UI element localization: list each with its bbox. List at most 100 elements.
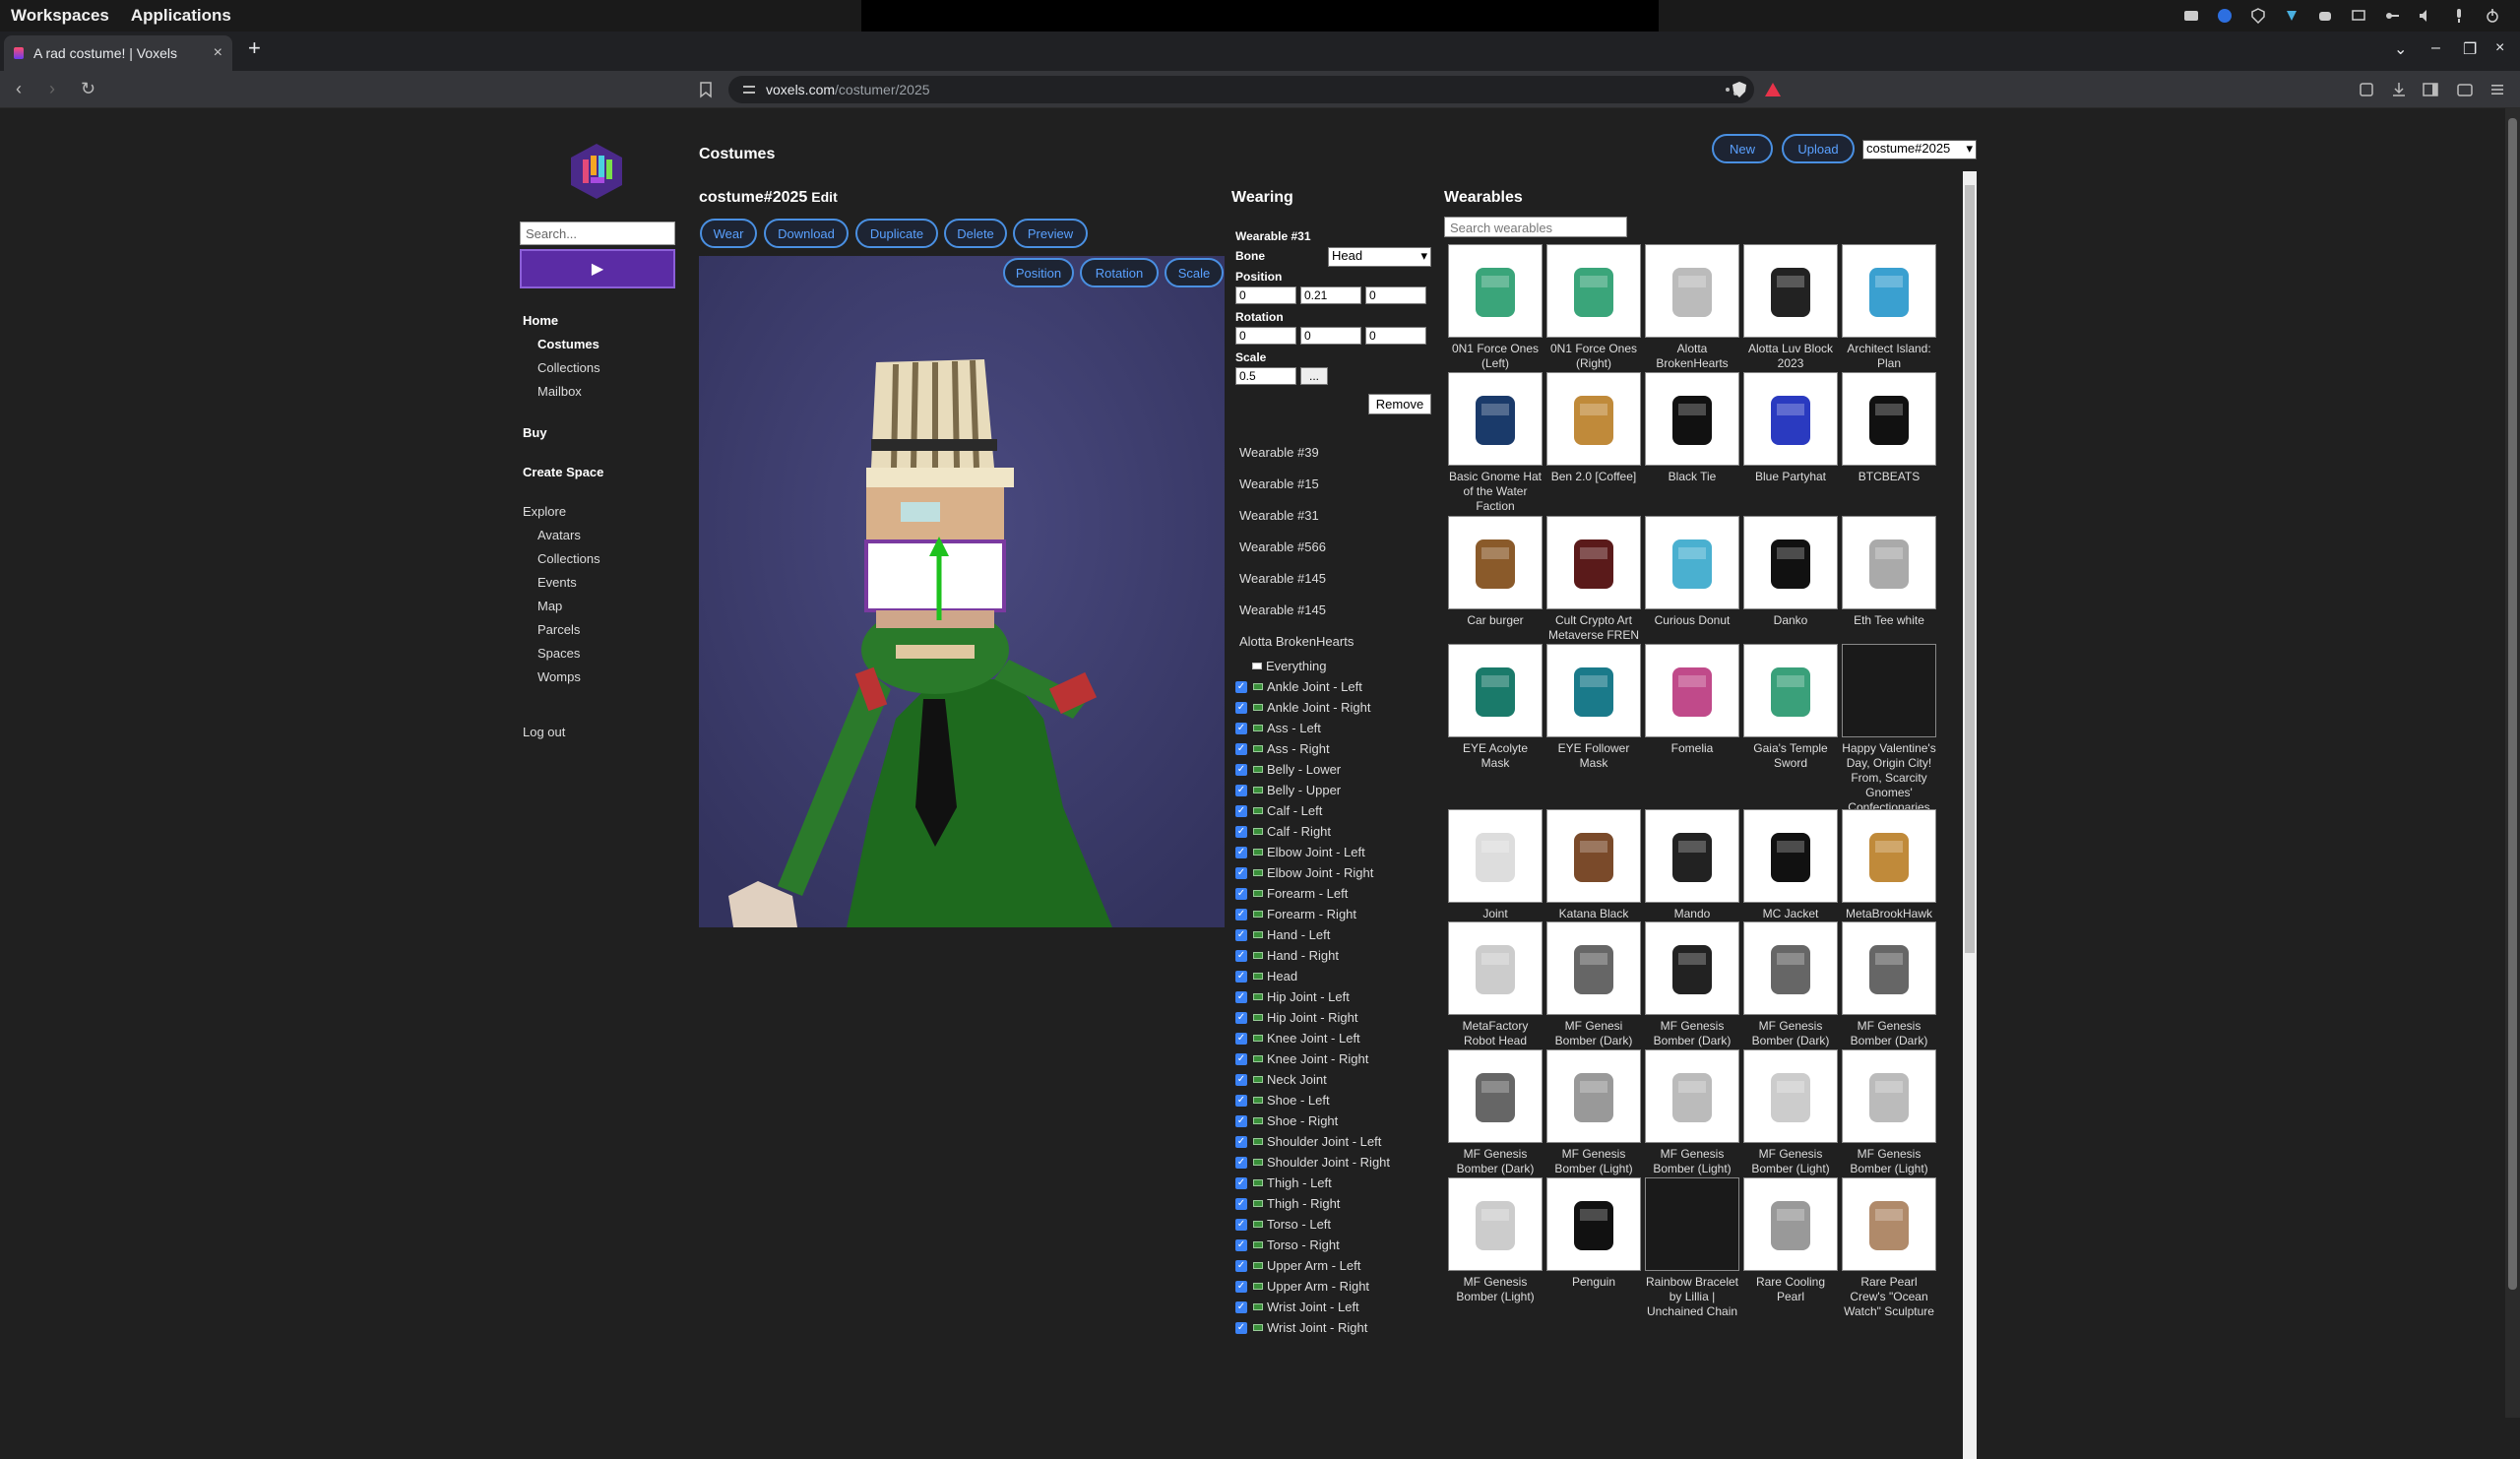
shield-icon[interactable] xyxy=(2250,8,2266,24)
nav-events[interactable]: Events xyxy=(537,575,577,590)
bone-row[interactable]: ✓ Wrist Joint - Right xyxy=(1235,1319,1367,1336)
wearable-thumbnail[interactable] xyxy=(1743,921,1838,1015)
wearable-card[interactable]: Gaia's Temple Sword xyxy=(1743,644,1838,771)
wearable-thumbnail[interactable] xyxy=(1448,921,1543,1015)
nav-parcels[interactable]: Parcels xyxy=(537,622,580,637)
wearable-thumbnail[interactable] xyxy=(1546,1049,1641,1143)
nav-collections[interactable]: Collections xyxy=(537,360,600,375)
wearable-thumbnail[interactable] xyxy=(1448,1049,1543,1143)
new-costume-button[interactable]: New xyxy=(1712,134,1773,163)
wearable-thumbnail[interactable] xyxy=(1842,1049,1936,1143)
wearable-thumbnail[interactable] xyxy=(1448,809,1543,903)
wearables-scroll-thumb[interactable] xyxy=(1965,185,1975,953)
bone-row[interactable]: ✓ Wrist Joint - Left xyxy=(1235,1299,1359,1315)
bone-checkbox[interactable]: ✓ xyxy=(1235,1218,1247,1231)
wearable-thumbnail[interactable] xyxy=(1546,921,1641,1015)
wearable-card[interactable]: Mando xyxy=(1645,809,1739,921)
bone-checkbox[interactable]: ✓ xyxy=(1235,928,1247,941)
bone-checkbox[interactable]: ✓ xyxy=(1235,1176,1247,1189)
nav-home[interactable]: Home xyxy=(523,313,558,328)
bone-row[interactable]: ✓ Shoe - Right xyxy=(1235,1112,1338,1129)
workspaces-menu[interactable]: Workspaces xyxy=(0,6,120,26)
wearing-item[interactable]: Alotta BrokenHearts xyxy=(1239,634,1354,649)
bone-checkbox[interactable]: ✓ xyxy=(1235,1156,1247,1169)
bone-checkbox[interactable]: ✓ xyxy=(1235,1300,1247,1313)
wearing-item[interactable]: Wearable #31 xyxy=(1239,508,1319,523)
bone-row[interactable]: ✓ Upper Arm - Right xyxy=(1235,1278,1369,1295)
upload-button[interactable]: Upload xyxy=(1782,134,1855,163)
rotation-z-input[interactable]: 0 xyxy=(1365,327,1426,345)
bone-row[interactable]: ✓ Calf - Left xyxy=(1235,802,1322,819)
bone-checkbox[interactable]: ✓ xyxy=(1235,1073,1247,1086)
wear-button[interactable]: Wear xyxy=(700,219,757,248)
sidebar-icon[interactable] xyxy=(2422,81,2439,98)
wearable-card[interactable]: Car burger xyxy=(1448,516,1543,628)
site-settings-icon[interactable] xyxy=(742,83,756,96)
wearable-card[interactable]: MF Genesis Bomber (Dark) xyxy=(1743,921,1838,1048)
sidebar-search-input[interactable]: Search... xyxy=(520,222,675,245)
wearable-card[interactable]: Alotta BrokenHearts xyxy=(1645,244,1739,371)
bone-checkbox[interactable]: ✓ xyxy=(1235,949,1247,962)
wearable-thumbnail[interactable] xyxy=(1842,809,1936,903)
wearables-search-input[interactable]: Search wearables xyxy=(1444,217,1627,237)
bone-row[interactable]: ✓ Shoulder Joint - Left xyxy=(1235,1133,1381,1150)
wearable-card[interactable]: Katana Black xyxy=(1546,809,1641,921)
wearable-thumbnail[interactable] xyxy=(1546,644,1641,737)
wearable-card[interactable]: Penguin xyxy=(1546,1177,1641,1290)
delete-button[interactable]: Delete xyxy=(944,219,1007,248)
back-icon[interactable]: ‹ xyxy=(16,79,22,99)
bone-row[interactable]: ✓ Shoe - Left xyxy=(1235,1092,1330,1109)
wearable-thumbnail[interactable] xyxy=(1645,809,1739,903)
wearable-card[interactable]: MetaBrookHawk xyxy=(1842,809,1936,921)
bone-checkbox[interactable]: ✓ xyxy=(1235,1259,1247,1272)
bone-row[interactable]: ✓ Hip Joint - Left xyxy=(1235,988,1350,1005)
wearable-thumbnail[interactable] xyxy=(1645,644,1739,737)
bone-select[interactable]: Head ▾ xyxy=(1328,247,1431,267)
wearable-card[interactable]: Basic Gnome Hat of the Water Faction xyxy=(1448,372,1543,514)
wearable-card[interactable]: Black Tie xyxy=(1645,372,1739,484)
bone-row[interactable]: ✓ Torso - Right xyxy=(1235,1237,1340,1253)
bone-checkbox[interactable]: ✓ xyxy=(1235,701,1247,714)
wearing-item[interactable]: Wearable #15 xyxy=(1239,476,1319,491)
wearable-thumbnail[interactable] xyxy=(1448,372,1543,466)
wearable-thumbnail[interactable] xyxy=(1743,1049,1838,1143)
nav-buy[interactable]: Buy xyxy=(523,425,547,440)
edit-link[interactable]: Edit xyxy=(811,189,837,205)
nav-map[interactable]: Map xyxy=(537,599,562,613)
wearable-thumbnail[interactable] xyxy=(1645,1177,1739,1271)
bone-checkbox[interactable]: ✓ xyxy=(1235,1197,1247,1210)
rotation-x-input[interactable]: 0 xyxy=(1235,327,1296,345)
bone-checkbox[interactable]: ✓ xyxy=(1235,804,1247,817)
wearable-thumbnail[interactable] xyxy=(1448,1177,1543,1271)
wearable-thumbnail[interactable] xyxy=(1743,244,1838,338)
page-scroll-thumb[interactable] xyxy=(2508,118,2517,1290)
bone-checkbox[interactable]: ✓ xyxy=(1235,763,1247,776)
bone-checkbox[interactable]: ✓ xyxy=(1235,742,1247,755)
wearable-card[interactable]: MC Jacket xyxy=(1743,809,1838,921)
wearing-item[interactable]: Wearable #39 xyxy=(1239,445,1319,460)
wearable-thumbnail[interactable] xyxy=(1546,516,1641,609)
wearable-thumbnail[interactable] xyxy=(1743,644,1838,737)
bone-row[interactable]: ✓ Belly - Lower xyxy=(1235,761,1341,778)
costume-select[interactable]: costume#2025 ▾ xyxy=(1862,140,1977,159)
bone-row[interactable]: ✓ Belly - Upper xyxy=(1235,782,1341,798)
bone-row[interactable]: ✓ Ass - Right xyxy=(1235,740,1330,757)
wearable-thumbnail[interactable] xyxy=(1842,921,1936,1015)
close-tab-icon[interactable]: × xyxy=(214,44,222,62)
wearable-card[interactable]: MF Genesis Bomber (Dark) xyxy=(1645,921,1739,1048)
wearable-card[interactable]: MF Genesis Bomber (Light) xyxy=(1743,1049,1838,1176)
wearable-card[interactable]: Fomelia xyxy=(1645,644,1739,756)
wearable-card[interactable]: EYE Acolyte Mask xyxy=(1448,644,1543,771)
wearable-thumbnail[interactable] xyxy=(1645,516,1739,609)
wearable-card[interactable]: Curious Donut xyxy=(1645,516,1739,628)
bone-checkbox[interactable]: ✓ xyxy=(1235,990,1247,1003)
avatar-3d-viewport[interactable]: Position Rotation Scale xyxy=(699,256,1225,927)
bone-checkbox[interactable]: ✓ xyxy=(1235,722,1247,734)
wearable-card[interactable]: Joint xyxy=(1448,809,1543,921)
play-button[interactable]: ▶ xyxy=(520,249,675,288)
wearable-card[interactable]: MF Genesis Bomber (Light) xyxy=(1645,1049,1739,1176)
nav-avatars[interactable]: Avatars xyxy=(537,528,581,542)
bone-row[interactable]: ✓ Thigh - Right xyxy=(1235,1195,1340,1212)
gizmo-scale-button[interactable]: Scale xyxy=(1165,258,1224,287)
page-scrollbar[interactable] xyxy=(2505,108,2520,1418)
